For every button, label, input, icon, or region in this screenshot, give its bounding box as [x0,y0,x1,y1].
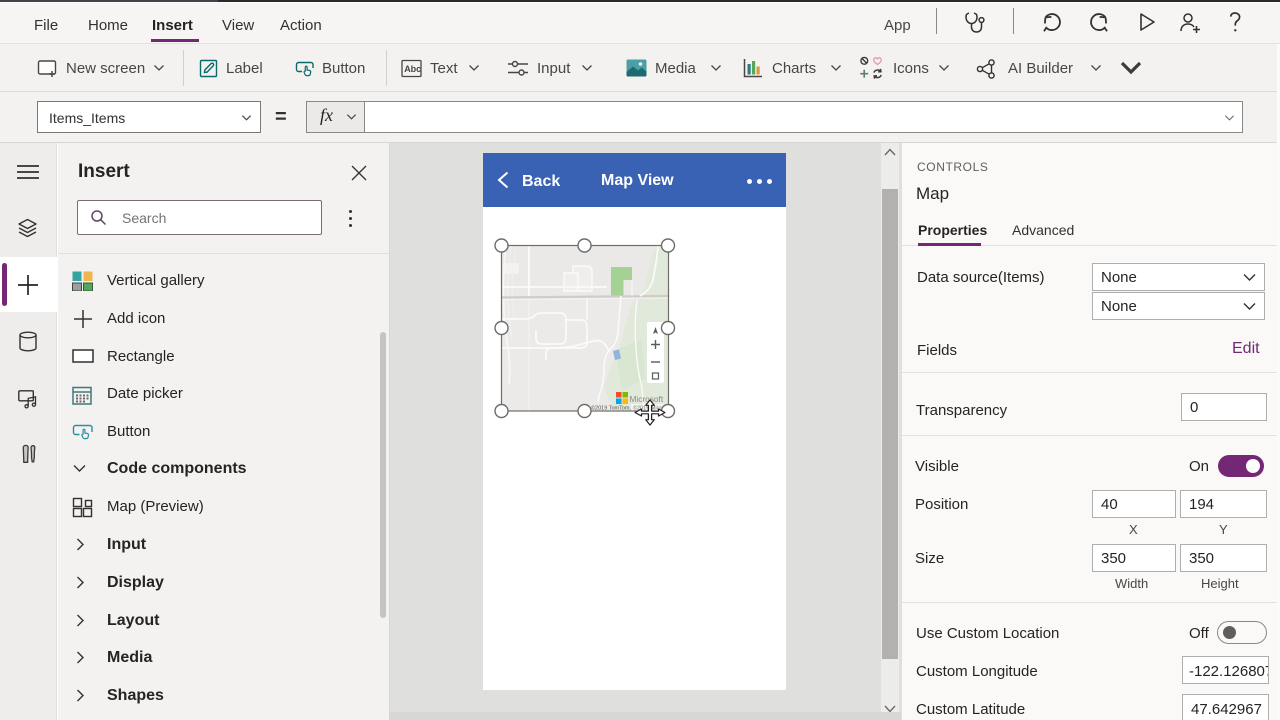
svg-text:Abc: Abc [404,64,421,74]
